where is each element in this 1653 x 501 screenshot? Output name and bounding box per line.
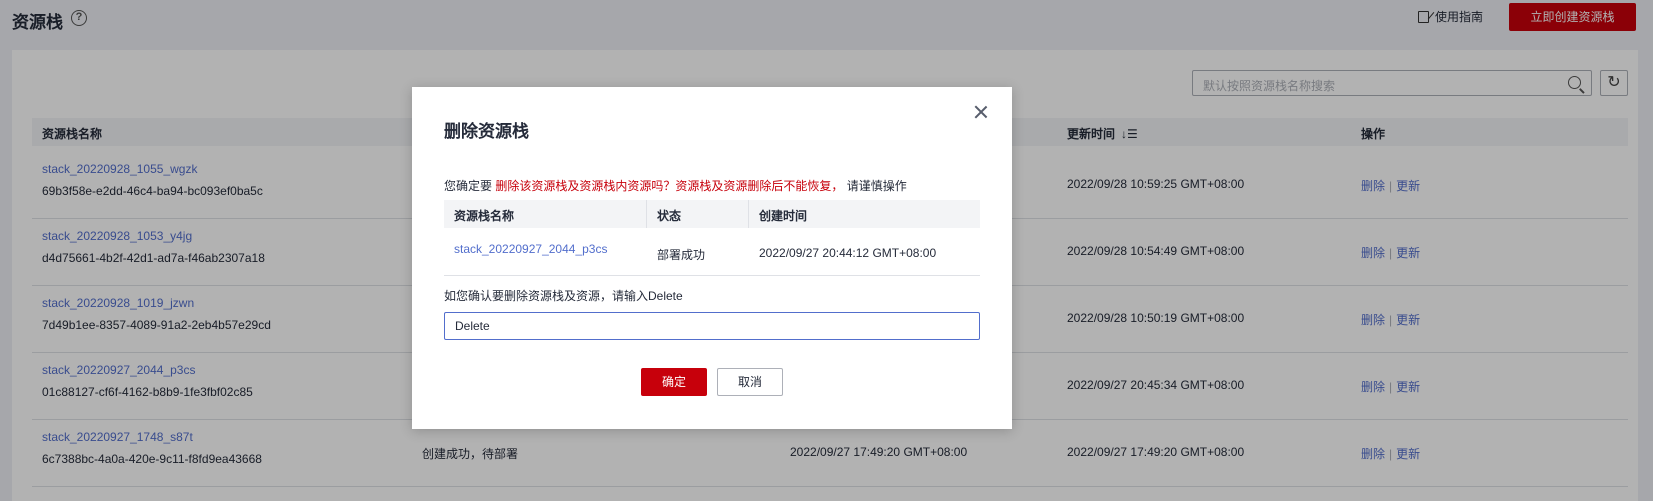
delete-warning: 您确定要 删除该资源栈及资源栈内资源吗？资源栈及资源删除后不能恢复， 请谨慎操作	[444, 177, 907, 194]
dialog-column-status: 状态	[657, 209, 682, 223]
dialog-title: 删除资源栈	[444, 122, 529, 141]
warning-prefix: 您确定要	[444, 179, 493, 193]
column-divider	[646, 200, 647, 228]
column-divider	[748, 200, 749, 228]
dialog-column-created: 创建时间	[759, 209, 808, 223]
resource-stack-page: 资源栈 ? 使用指南 立即创建资源栈 默认按照资源栈名称搜索 ↻ 资源栈名称 更…	[0, 0, 1653, 501]
confirm-label: 如您确认要删除资源栈及资源，请输入Delete	[444, 289, 683, 303]
confirm-button[interactable]: 确定	[641, 368, 707, 396]
dialog-column-name: 资源栈名称	[454, 209, 515, 223]
dialog-table-header: 资源栈名称 状态 创建时间	[444, 200, 980, 228]
warning-danger-text: 删除该资源栈及资源栈内资源吗？资源栈及资源删除后不能恢复，	[495, 179, 844, 193]
confirm-delete-input[interactable]	[444, 312, 980, 340]
dialog-stack-status: 部署成功	[657, 248, 706, 262]
cancel-button[interactable]: 取消	[717, 368, 783, 396]
delete-stack-dialog: 删除资源栈 您确定要 删除该资源栈及资源栈内资源吗？资源栈及资源删除后不能恢复，…	[412, 87, 1012, 429]
dialog-table-row: stack_20220927_2044_p3cs 部署成功 2022/09/27…	[444, 228, 980, 276]
warning-suffix: 请谨慎操作	[846, 179, 907, 193]
dialog-stack-created: 2022/09/27 20:44:12 GMT+08:00	[759, 246, 937, 260]
dialog-stack-name[interactable]: stack_20220927_2044_p3cs	[454, 242, 607, 256]
close-icon[interactable]	[974, 105, 988, 119]
dialog-stack-table: 资源栈名称 状态 创建时间 stack_20220927_2044_p3cs 部…	[444, 200, 980, 276]
